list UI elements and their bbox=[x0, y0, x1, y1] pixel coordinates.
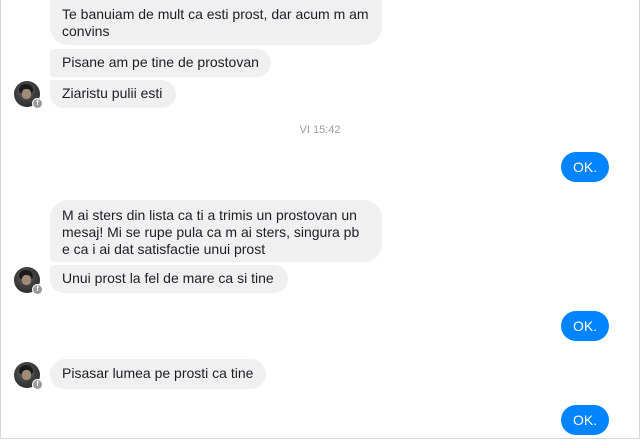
contact-avatar[interactable]: f bbox=[14, 267, 43, 295]
message-incoming[interactable]: Unui prost la fel de mare ca si tine bbox=[50, 265, 288, 293]
timestamp: VI 15:42 bbox=[299, 124, 341, 136]
message-incoming[interactable]: Pisane am pe tine de prostovan bbox=[50, 49, 271, 77]
messenger-badge-icon: f bbox=[32, 98, 43, 109]
message-incoming[interactable]: Pisasar lumea pe prosti ca tine bbox=[50, 359, 266, 389]
messenger-badge-icon: f bbox=[32, 284, 43, 295]
contact-avatar[interactable]: f bbox=[14, 362, 43, 390]
message-outgoing[interactable]: OK. bbox=[561, 152, 609, 182]
message-outgoing[interactable]: OK. bbox=[561, 311, 609, 341]
message-incoming[interactable]: Te banuiam de mult ca esti prost, dar ac… bbox=[50, 0, 382, 45]
message-incoming[interactable]: M ai sters din lista ca ti a trimis un p… bbox=[50, 200, 382, 262]
message-incoming[interactable]: Ziaristu pulii esti bbox=[50, 80, 176, 108]
contact-avatar[interactable]: f bbox=[14, 81, 43, 109]
message-outgoing[interactable]: OK. bbox=[561, 405, 609, 435]
messenger-badge-icon: f bbox=[32, 379, 43, 390]
